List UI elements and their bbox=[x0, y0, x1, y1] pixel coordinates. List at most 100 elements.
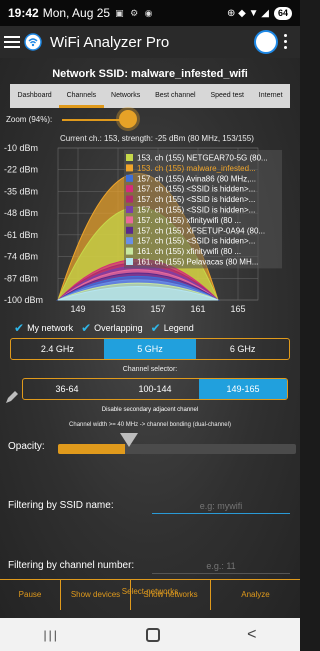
x-tick-label: 161 bbox=[190, 304, 205, 314]
checkbox-label: Overlapping bbox=[94, 323, 143, 333]
disable-secondary-channel-toggle[interactable]: Disable secondary adjacent channel bbox=[10, 407, 290, 413]
legend-label: 157. ch (155) <SSID is hidden>... bbox=[137, 195, 255, 204]
checkmark-icon: ✔ bbox=[81, 321, 92, 335]
checkbox-label: Legend bbox=[163, 323, 194, 333]
date: Mon, Aug 25 bbox=[42, 6, 111, 20]
tab-bar: Dashboard Channels Networks Best channel… bbox=[10, 84, 290, 108]
vpn-shield-icon[interactable] bbox=[254, 30, 278, 54]
channel-range-149-165-button[interactable]: 149-165 bbox=[199, 379, 287, 399]
back-icon[interactable]: < bbox=[247, 626, 256, 644]
ssid-filter-label: Filtering by SSID name: bbox=[8, 500, 114, 511]
network-ssid-header: Network SSID: malware_infested_wifi bbox=[52, 68, 248, 80]
show-networks-button[interactable]: Show networks bbox=[130, 579, 210, 610]
tab-internet[interactable]: Internet bbox=[251, 84, 290, 108]
overflow-menu-icon[interactable] bbox=[284, 34, 288, 49]
channel-chart-svg: -10 dBm -22 dBm -35 dBm -48 dBm -61 dBm -74 d… bbox=[4, 134, 282, 314]
band-2-4ghz-button[interactable]: 2.4 GHz bbox=[11, 339, 104, 359]
channel-range-100-144-button[interactable]: 100-144 bbox=[111, 379, 199, 399]
band-5ghz-button[interactable]: 5 GHz bbox=[103, 339, 197, 359]
legend-checkbox[interactable]: ✔ Legend bbox=[151, 320, 194, 336]
tab-speed-test[interactable]: Speed test bbox=[203, 84, 251, 108]
app-logo-icon bbox=[24, 33, 42, 51]
battery-icon: 64 bbox=[273, 6, 292, 20]
status-bar: 19:42 Mon, Aug 25 ▣ ⚙ ◉ ⊕ ◆ ▼ ◢ 64 bbox=[0, 0, 300, 26]
zoom-slider-handle[interactable] bbox=[119, 110, 137, 128]
channel-selector-label: Channel selector: bbox=[122, 366, 178, 373]
legend-swatch bbox=[126, 237, 133, 245]
y-tick-label: -74 dBm bbox=[4, 252, 38, 262]
checkmark-icon: ✔ bbox=[14, 321, 25, 335]
main-content: Network SSID: malware_infested_wifi Dash… bbox=[0, 58, 300, 618]
legend-swatch bbox=[126, 195, 133, 203]
bottom-action-bar: Pause Show devices Show networks Analyze bbox=[0, 579, 300, 610]
legend-swatch bbox=[126, 154, 133, 161]
clock: 19:42 bbox=[8, 6, 39, 20]
legend-label: 153. ch (155) malware_infested... bbox=[137, 164, 256, 173]
legend-swatch bbox=[126, 206, 133, 213]
band-selector: 2.4 GHz 5 GHz 6 GHz bbox=[10, 338, 290, 360]
x-tick-label: 149 bbox=[70, 304, 85, 314]
legend-swatch bbox=[126, 185, 133, 193]
analyze-button[interactable]: Analyze bbox=[210, 579, 300, 610]
legend-swatch bbox=[126, 258, 133, 265]
legend-label: 157. ch (155) <SSID is hidden>... bbox=[137, 237, 255, 246]
y-tick-label: -10 dBm bbox=[4, 143, 38, 153]
tab-networks[interactable]: Networks bbox=[104, 84, 148, 108]
my-network-checkbox[interactable]: ✔ My network bbox=[14, 320, 73, 336]
y-tick-label: -35 dBm bbox=[4, 186, 38, 196]
legend-label: 161. ch (155) Pelavacas (80 MH... bbox=[137, 258, 258, 267]
recent-apps-icon[interactable]: ||| bbox=[44, 628, 59, 642]
legend-swatch bbox=[126, 216, 133, 224]
zoom-slider-track[interactable] bbox=[62, 119, 126, 121]
ssid-filter-input[interactable] bbox=[152, 498, 290, 514]
show-devices-button[interactable]: Show devices bbox=[60, 579, 130, 610]
x-tick-label: 165 bbox=[230, 304, 245, 314]
y-tick-label: -48 dBm bbox=[4, 208, 38, 218]
signal-icons: ⊕ ◆ ▼ ◢ bbox=[226, 7, 269, 19]
legend-swatch bbox=[126, 247, 133, 255]
y-tick-label: -61 dBm bbox=[4, 230, 38, 240]
menu-icon[interactable] bbox=[4, 36, 20, 48]
current-channel-label: Current ch.: 153, strength: -25 dBm (80 … bbox=[60, 134, 254, 143]
opacity-slider-track[interactable] bbox=[58, 444, 296, 454]
legend-swatch bbox=[126, 174, 133, 182]
legend-swatch bbox=[126, 226, 133, 234]
zoom-label: Zoom (94%): bbox=[6, 115, 53, 124]
channel-filter-label: Filtering by channel number: bbox=[8, 560, 135, 571]
channel-chart: -10 dBm -22 dBm -35 dBm -48 dBm -61 dBm -74 d… bbox=[0, 130, 300, 316]
x-tick-label: 153 bbox=[110, 304, 125, 314]
legend-label: 157. ch (155) XFSETUP-0A94 (80... bbox=[137, 226, 265, 235]
legend-label: 157. ch (155) <SSID is hidden>... bbox=[137, 206, 255, 215]
legend-label: 153. ch (155) NETGEAR70-5G (80... bbox=[137, 154, 268, 163]
overlapping-checkbox[interactable]: ✔ Overlapping bbox=[81, 320, 143, 336]
legend-label: 161. ch (155) xfinitywifi (80 ... bbox=[137, 247, 241, 256]
pause-button[interactable]: Pause bbox=[0, 580, 60, 610]
y-tick-label: -87 dBm bbox=[4, 273, 38, 283]
notification-icons: ▣ ⚙ ◉ bbox=[115, 7, 155, 18]
channel-range-selector: 36-64 100-144 149-165 bbox=[22, 378, 288, 400]
tab-channels[interactable]: Channels bbox=[59, 84, 104, 108]
home-icon[interactable] bbox=[146, 627, 160, 642]
channel-width-note: Channel width >= 40 MHz -> channel bondi… bbox=[69, 422, 231, 428]
opacity-slider-fill bbox=[58, 444, 125, 454]
tab-best-channel[interactable]: Best channel bbox=[148, 84, 203, 108]
y-tick-label: -22 dBm bbox=[4, 165, 38, 175]
tab-dashboard[interactable]: Dashboard bbox=[10, 84, 59, 108]
band-6ghz-button[interactable]: 6 GHz bbox=[196, 339, 289, 359]
app-title: WiFi Analyzer Pro bbox=[50, 33, 170, 51]
legend-label: 157. ch (155) Avina86 (80 MHz,... bbox=[137, 174, 256, 183]
channel-filter-input[interactable] bbox=[152, 558, 290, 574]
y-tick-label: -100 dBm bbox=[4, 295, 43, 305]
pencil-icon[interactable] bbox=[4, 389, 20, 405]
channel-range-36-64-button[interactable]: 36-64 bbox=[23, 379, 111, 399]
legend-label: 157. ch (155) xfinitywifi (80 ... bbox=[137, 216, 241, 225]
system-nav-bar: ||| < bbox=[0, 618, 300, 651]
opacity-slider-handle[interactable] bbox=[120, 433, 138, 447]
app-bar: WiFi Analyzer Pro bbox=[0, 26, 300, 58]
legend-label: 157. ch (155) <SSID is hidden>... bbox=[137, 185, 255, 194]
checkbox-label: My network bbox=[27, 323, 74, 333]
checkmark-icon: ✔ bbox=[150, 321, 161, 335]
opacity-label: Opacity: bbox=[8, 441, 45, 452]
legend-swatch bbox=[126, 164, 133, 172]
x-tick-label: 157 bbox=[150, 304, 165, 314]
